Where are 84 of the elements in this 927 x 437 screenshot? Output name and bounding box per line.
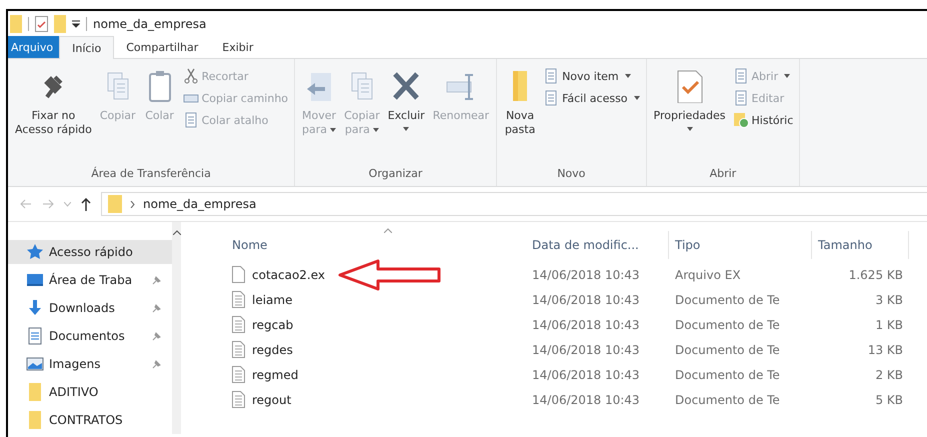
- pin-icon[interactable]: [152, 275, 162, 285]
- folder-icon: [108, 195, 122, 213]
- sidebar-item[interactable]: Imagens: [8, 350, 172, 378]
- date-cell-text: 14/06/2018 10:43: [531, 342, 641, 356]
- address-path: nome_da_empresa: [143, 197, 256, 211]
- file-name[interactable]: regmed: [252, 368, 298, 382]
- text-file-icon: [232, 316, 245, 333]
- column-header[interactable]: Nome: [226, 231, 526, 259]
- ribbon-button[interactable]: Fixar no Acesso rápido: [12, 63, 95, 137]
- window-title: nome_da_empresa: [93, 16, 206, 30]
- file-name[interactable]: cotacao2.ex: [252, 268, 326, 282]
- type-cell-text: Documento de Te: [674, 342, 781, 356]
- file-name[interactable]: regcab: [252, 318, 294, 332]
- star-icon: [26, 243, 44, 261]
- type-cell-text: Documento de Te: [674, 292, 781, 306]
- type-cell-text: Documento de Te: [674, 318, 781, 332]
- scroll-up-icon[interactable]: [172, 230, 180, 235]
- folder-icon: [26, 383, 44, 401]
- sidebar-item[interactable]: ADITIVO: [8, 378, 172, 406]
- image-icon: [26, 355, 44, 373]
- size-cell-text: 1.625 KB: [848, 268, 904, 282]
- column-header[interactable]: Tipo: [669, 231, 812, 259]
- date-cell-text: 14/06/2018 10:43: [531, 292, 641, 306]
- date-cell-text: 14/06/2018 10:43: [531, 318, 641, 332]
- size-cell-text: 2 KB: [874, 368, 904, 382]
- dropdown-caret-icon[interactable]: [64, 202, 71, 206]
- file-name[interactable]: regdes: [252, 342, 293, 356]
- text-file-icon: [232, 391, 245, 408]
- size-cell-text: 3 KB: [874, 292, 904, 306]
- group-label: Abrir: [708, 167, 738, 182]
- date-cell-text: 14/06/2018 10:43: [531, 368, 641, 382]
- document-icon: [732, 68, 749, 84]
- sort-caret-icon: [384, 228, 392, 233]
- download-icon: [26, 299, 44, 317]
- folder-icon: [26, 411, 44, 429]
- size-cell-text: 1 KB: [874, 318, 904, 332]
- ribbon-button[interactable]: Históric: [730, 111, 796, 129]
- size-cell-text: 13 KB: [866, 342, 904, 356]
- properties-icon[interactable]: [35, 16, 48, 32]
- sidebar-item[interactable]: Área de Traba: [8, 266, 172, 294]
- pin-icon[interactable]: [152, 331, 162, 341]
- sidebar-item[interactable]: Documentos: [8, 322, 172, 350]
- customize-dropdown-icon[interactable]: [72, 20, 80, 28]
- ribbon-button[interactable]: Excluir: [384, 63, 428, 131]
- column-header[interactable]: Data de modific...: [526, 231, 669, 259]
- forward-arrow-icon[interactable]: [42, 199, 54, 209]
- group-label: Novo: [556, 167, 586, 182]
- type-cell-text: Documento de Te: [674, 368, 781, 382]
- back-arrow-icon[interactable]: [20, 199, 32, 209]
- text-file-icon: [232, 341, 245, 358]
- text-file-icon: [232, 291, 245, 308]
- type-cell-text: Arquivo EX: [674, 268, 742, 282]
- folder-icon[interactable]: [54, 14, 66, 32]
- sidebar-item[interactable]: Acesso rápido: [8, 240, 172, 264]
- document-icon: [26, 327, 44, 345]
- file-name[interactable]: leiame: [252, 292, 292, 306]
- sidebar-item[interactable]: CONTRATOS: [8, 406, 172, 434]
- ribbon-button[interactable]: Propriedades: [650, 63, 729, 131]
- ribbon-button[interactable]: Fácil acesso: [541, 89, 642, 107]
- group-label: Organizar: [368, 167, 424, 182]
- text-file-icon: [232, 366, 245, 383]
- scissors-icon: [182, 68, 199, 84]
- pin-icon[interactable]: [152, 303, 162, 313]
- folder-icon[interactable]: [10, 14, 22, 32]
- file-tab[interactable]: Arquivo: [8, 36, 60, 58]
- address-bar[interactable]: nome_da_empresa: [101, 192, 927, 216]
- column-header[interactable]: Tamanho: [812, 231, 909, 259]
- sidebar-item[interactable]: Downloads: [8, 294, 172, 322]
- up-arrow-icon[interactable]: [81, 198, 91, 210]
- group-label: Área de Transferência: [90, 167, 212, 182]
- ribbon-button[interactable]: Nova pasta: [501, 63, 540, 137]
- file-icon: [232, 266, 245, 283]
- desktop-icon: [26, 271, 44, 289]
- ribbon-tab[interactable]: Início: [59, 36, 114, 59]
- date-cell-text: 14/06/2018 10:43: [531, 268, 641, 282]
- date-cell-text: 14/06/2018 10:43: [531, 392, 641, 406]
- pin-icon[interactable]: [152, 359, 162, 369]
- file-name[interactable]: regout: [252, 392, 292, 406]
- chevron-icon: [130, 200, 135, 208]
- size-cell-text: 5 KB: [874, 392, 904, 406]
- history-icon: [732, 112, 749, 128]
- type-cell-text: Documento de Te: [674, 392, 781, 406]
- ribbon-button[interactable]: Novo item: [541, 67, 642, 85]
- document-icon: [543, 90, 560, 106]
